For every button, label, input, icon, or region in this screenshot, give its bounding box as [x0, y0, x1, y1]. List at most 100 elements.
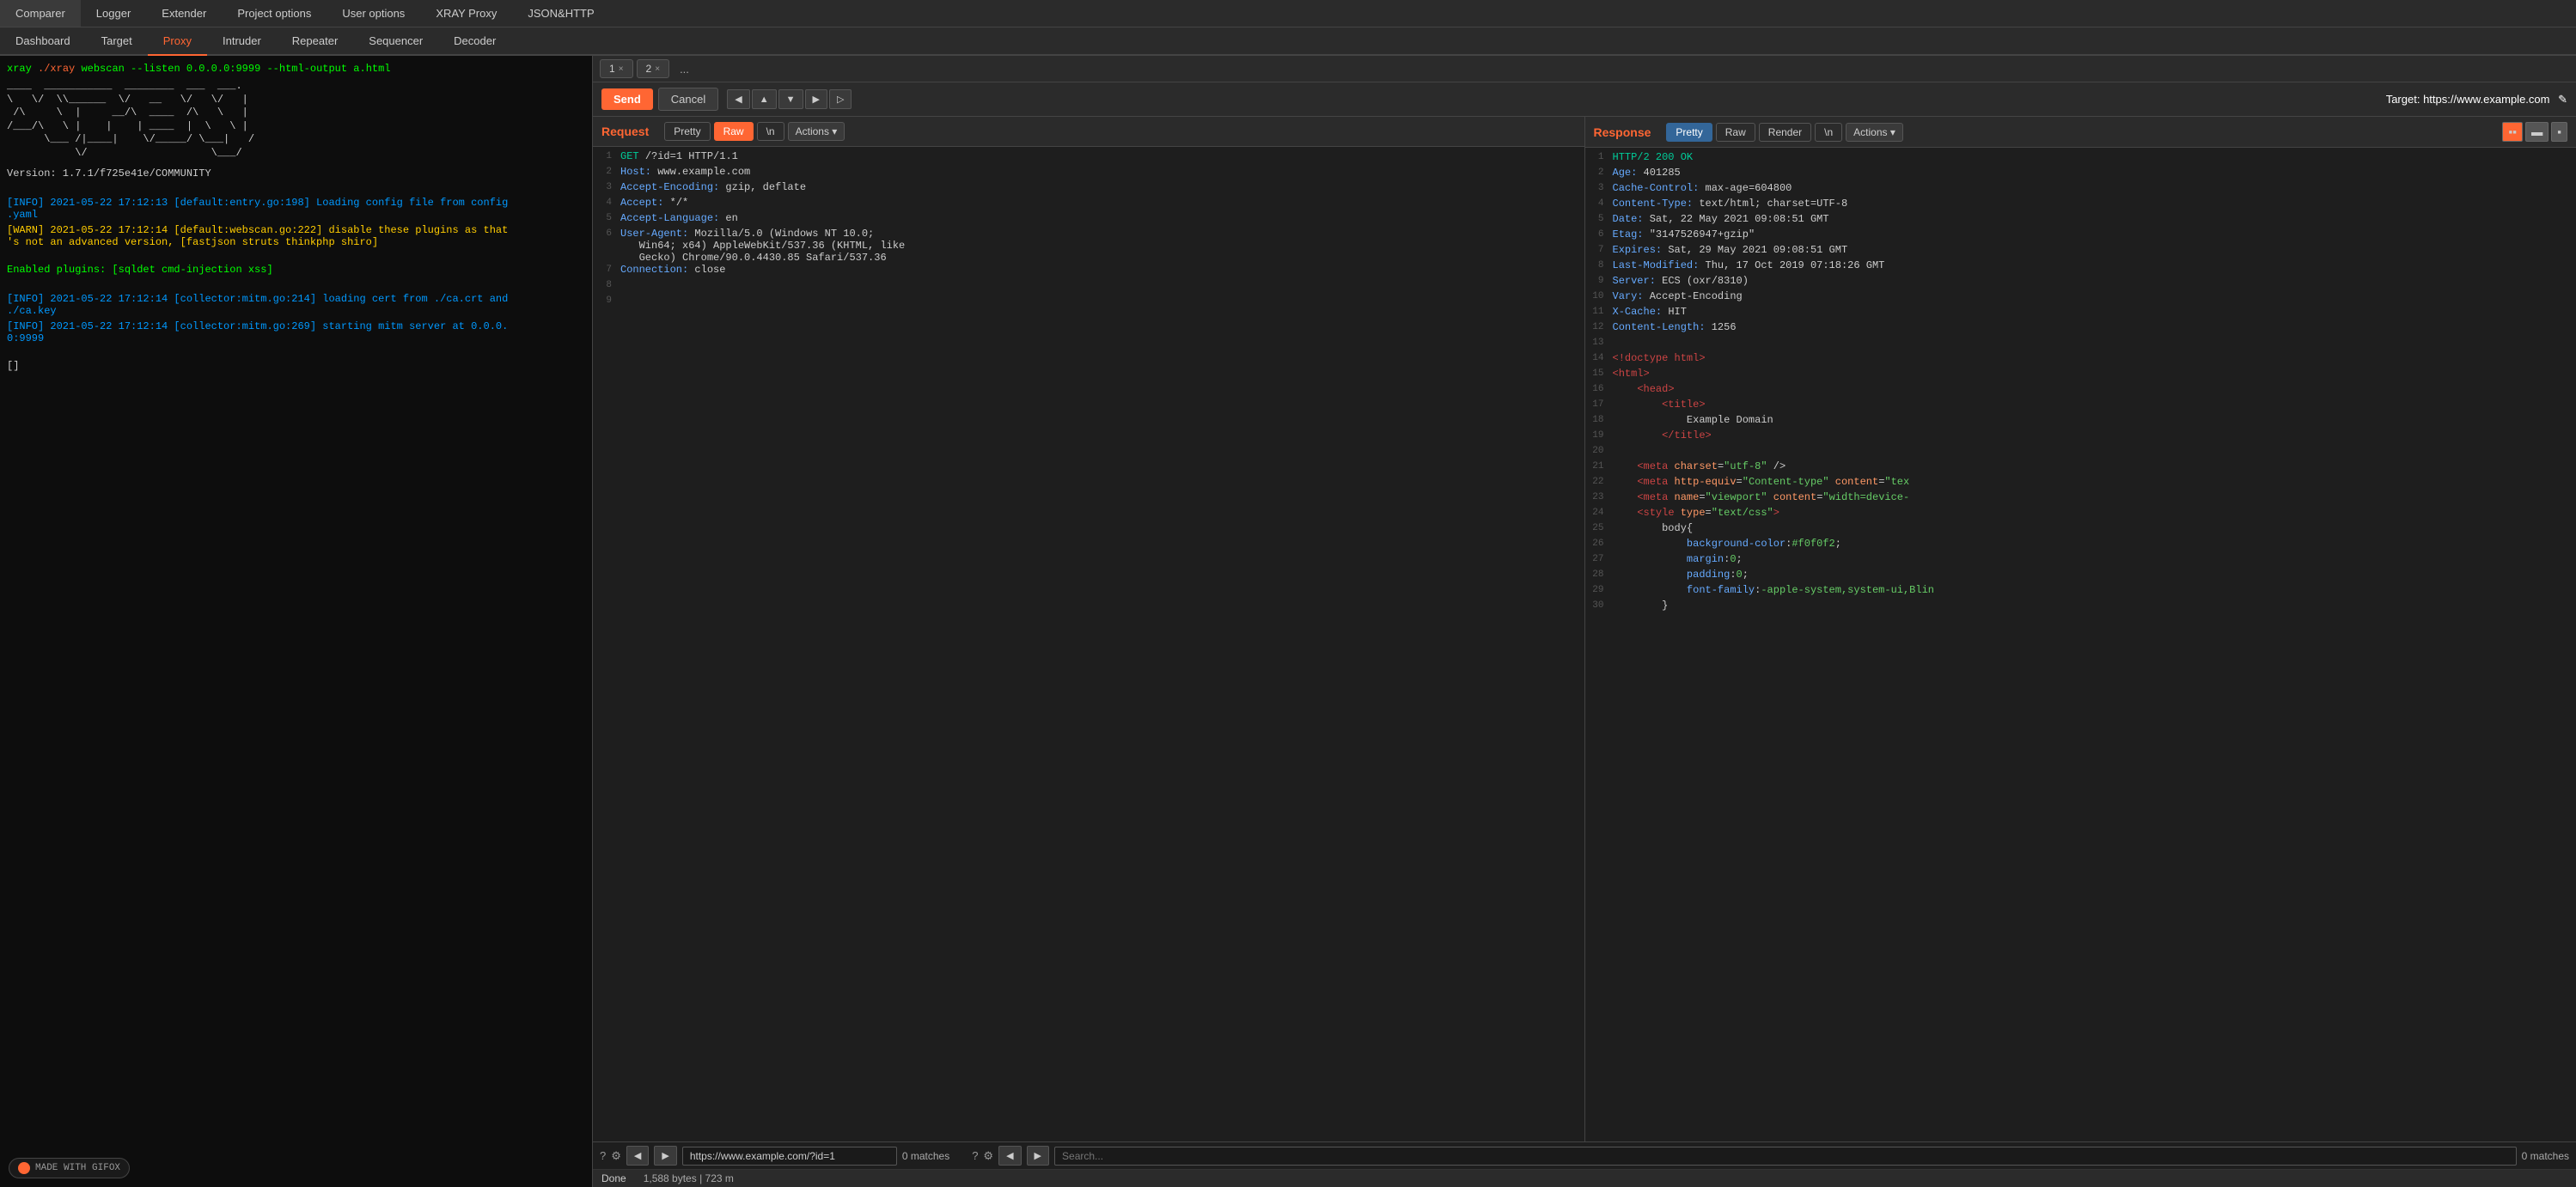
terminal-log-1: [INFO] 2021-05-22 17:12:13 [default:entr…: [7, 197, 585, 221]
resp-line-19: 19 </title>: [1585, 429, 2576, 445]
req-line-1: 1 GET /?id=1 HTTP/1.1: [593, 150, 1584, 166]
nav-json-http[interactable]: JSON&HTTP: [512, 0, 609, 27]
req-line-9: 9: [593, 295, 1584, 310]
view-icons: ▪▪ ▬ ▪: [2502, 122, 2567, 142]
req-matches: 0 matches: [902, 1150, 949, 1162]
arrow-down[interactable]: ▼: [778, 89, 803, 109]
nav-repeater[interactable]: Repeater: [277, 27, 353, 54]
req-actions-dropdown[interactable]: Actions ▾: [788, 122, 845, 141]
response-format-tabs: Pretty Raw Render \n Actions ▾: [1666, 123, 2495, 142]
arrow-up[interactable]: ▲: [752, 89, 777, 109]
req-line-2: 2 Host: www.example.com: [593, 166, 1584, 181]
xray-label: xray: [7, 63, 32, 75]
response-title: Response: [1594, 125, 1651, 139]
nav-decoder[interactable]: Decoder: [438, 27, 511, 54]
tab-2[interactable]: 2 ×: [637, 59, 670, 78]
resp-actions-dropdown[interactable]: Actions ▾: [1846, 123, 1903, 142]
nav-dashboard[interactable]: Dashboard: [0, 27, 86, 54]
req-line-4: 4 Accept: */*: [593, 197, 1584, 212]
nav-user-options[interactable]: User options: [327, 0, 420, 27]
cancel-button[interactable]: Cancel: [658, 88, 718, 111]
target-url: https://www.example.com: [2423, 93, 2549, 106]
terminal-log-4: [INFO] 2021-05-22 17:12:14 [collector:mi…: [7, 320, 585, 344]
request-code-area[interactable]: 1 GET /?id=1 HTTP/1.1 2 Host: www.exampl…: [593, 147, 1584, 1141]
request-header: Request Pretty Raw \n Actions ▾: [593, 117, 1584, 147]
view-single-icon[interactable]: ▪: [2551, 122, 2567, 142]
terminal-log-3: [INFO] 2021-05-22 17:12:14 [collector:mi…: [7, 293, 585, 317]
resp-line-20: 20: [1585, 445, 2576, 460]
nav-project-options[interactable]: Project options: [222, 0, 327, 27]
resp-matches: 0 matches: [2522, 1150, 2569, 1162]
nav-logger[interactable]: Logger: [81, 0, 146, 27]
resp-line-15: 15 <html>: [1585, 368, 2576, 383]
resp-line-18: 18 Example Domain: [1585, 414, 2576, 429]
tabs-row: 1 × 2 × ...: [593, 56, 2576, 82]
resp-nav-back[interactable]: ◀: [998, 1146, 1021, 1166]
resp-line-3: 3 Cache-Control: max-age=604800: [1585, 182, 2576, 198]
req-newline-tab[interactable]: \n: [757, 122, 784, 141]
resp-line-11: 11 X-Cache: HIT: [1585, 306, 2576, 321]
req-help-icon[interactable]: ?: [600, 1149, 606, 1162]
terminal-cmd-line: xray ./xray webscan --listen 0.0.0.0:999…: [7, 63, 585, 75]
req-nav-back[interactable]: ◀: [626, 1146, 649, 1166]
main-layout: xray ./xray webscan --listen 0.0.0.0:999…: [0, 56, 2576, 1187]
response-header: Response Pretty Raw Render \n Actions ▾ …: [1585, 117, 2576, 148]
response-code-area[interactable]: 1 HTTP/2 200 OK 2 Age: 401285 3 Cache-Co…: [1585, 148, 2576, 1141]
resp-newline-tab[interactable]: \n: [1815, 123, 1842, 142]
resp-pretty-tab[interactable]: Pretty: [1666, 123, 1712, 142]
send-button[interactable]: Send: [601, 88, 653, 110]
target-label: Target:: [2386, 93, 2420, 106]
resp-line-26: 26 background-color:#f0f0f2;: [1585, 538, 2576, 553]
nav-extender[interactable]: Extender: [146, 0, 222, 27]
req-pretty-tab[interactable]: Pretty: [664, 122, 710, 141]
xray-path: ./xray: [38, 63, 75, 75]
resp-raw-tab[interactable]: Raw: [1716, 123, 1755, 142]
resp-line-4: 4 Content-Type: text/html; charset=UTF-8: [1585, 198, 2576, 213]
tab-1-close[interactable]: ×: [619, 64, 624, 74]
ascii-art: ____ ___________ ________ ___ ___. \ \/ …: [7, 80, 585, 161]
nav-intruder[interactable]: Intruder: [207, 27, 277, 54]
terminal-enabled: Enabled plugins: [sqldet cmd-injection x…: [7, 264, 585, 276]
terminal-cursor: []: [7, 360, 585, 372]
resp-settings-icon[interactable]: ⚙: [983, 1149, 993, 1163]
request-title: Request: [601, 125, 649, 138]
tab-2-label: 2: [646, 63, 652, 75]
arrow-forward-2[interactable]: ▷: [829, 89, 852, 109]
resp-line-14: 14 <!doctype html>: [1585, 352, 2576, 368]
arrow-back[interactable]: ◀: [727, 89, 749, 109]
gifox-label: MADE WITH GIFOX: [35, 1163, 120, 1173]
tab-1[interactable]: 1 ×: [600, 59, 633, 78]
req-raw-tab[interactable]: Raw: [714, 122, 754, 141]
resp-line-28: 28 padding:0;: [1585, 569, 2576, 584]
resp-nav-forward[interactable]: ▶: [1027, 1146, 1049, 1166]
req-url-input[interactable]: [682, 1147, 897, 1166]
resp-help-icon[interactable]: ?: [972, 1149, 978, 1162]
nav-comparer[interactable]: Comparer: [0, 0, 81, 27]
resp-line-6: 6 Etag: "3147526947+gzip": [1585, 228, 2576, 244]
nav-xray-proxy[interactable]: XRAY Proxy: [420, 0, 512, 27]
terminal-log-2: [WARN] 2021-05-22 17:12:14 [default:webs…: [7, 224, 585, 248]
resp-line-7: 7 Expires: Sat, 29 May 2021 09:08:51 GMT: [1585, 244, 2576, 259]
terminal-command-args: webscan --listen 0.0.0.0:9999 --html-out…: [81, 63, 390, 75]
arrow-forward[interactable]: ▶: [805, 89, 827, 109]
req-settings-icon[interactable]: ⚙: [611, 1149, 621, 1163]
resp-render-tab[interactable]: Render: [1759, 123, 1811, 142]
resp-search-input[interactable]: [1054, 1147, 2517, 1166]
edit-icon[interactable]: ✎: [2558, 93, 2567, 106]
resp-line-25: 25 body{: [1585, 522, 2576, 538]
view-horizontal-icon[interactable]: ▬: [2525, 122, 2549, 142]
resp-line-30: 30 }: [1585, 600, 2576, 615]
resp-line-17: 17 <title>: [1585, 399, 2576, 414]
resp-line-23: 23 <meta name="viewport" content="width=…: [1585, 491, 2576, 507]
terminal-version: Version: 1.7.1/f725e41e/COMMUNITY: [7, 167, 585, 180]
req-line-7: 7 Connection: close: [593, 264, 1584, 279]
tab-more[interactable]: ...: [673, 60, 696, 78]
gifox-badge: MADE WITH GIFOX: [9, 1158, 130, 1178]
view-split-icon[interactable]: ▪▪: [2502, 122, 2522, 142]
nav-proxy[interactable]: Proxy: [148, 27, 207, 56]
req-nav-forward[interactable]: ▶: [654, 1146, 676, 1166]
nav-target[interactable]: Target: [86, 27, 148, 54]
req-line-8: 8: [593, 279, 1584, 295]
tab-2-close[interactable]: ×: [655, 64, 660, 74]
nav-sequencer[interactable]: Sequencer: [353, 27, 438, 54]
